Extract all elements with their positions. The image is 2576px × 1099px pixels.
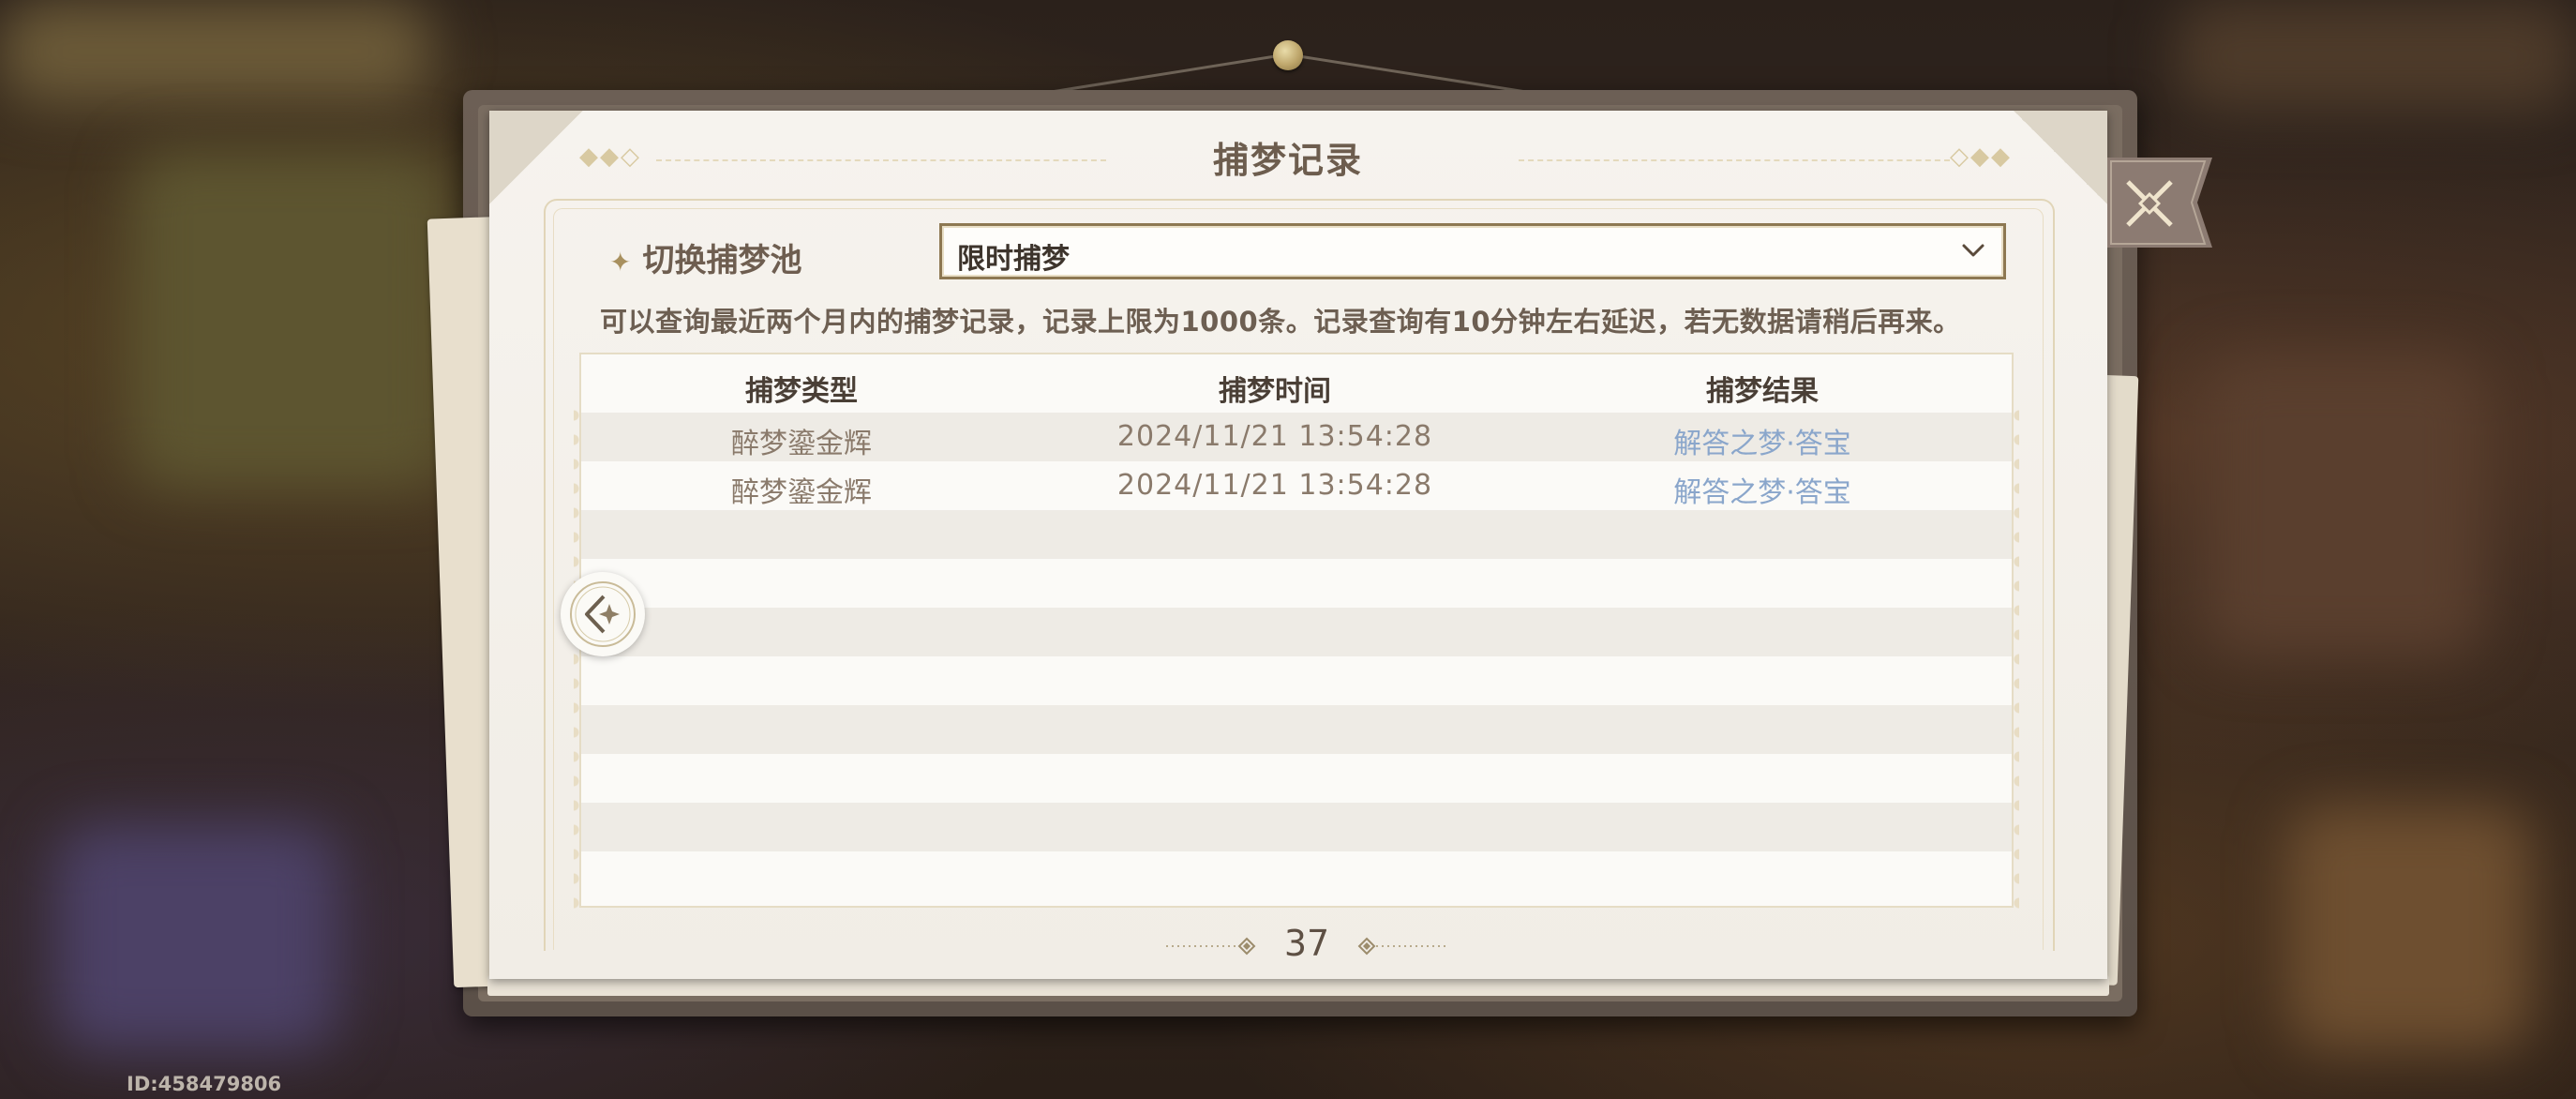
table-edge-ornament [2008,403,2019,910]
pager-ornament-left [1166,937,1256,956]
pagination: 37 [1166,923,1447,970]
table-edge-ornament [574,403,585,910]
paper-corner-fold [489,111,583,204]
table-header: 捕梦类型 捕梦时间 捕梦结果 [581,354,2012,411]
page-title: 捕梦记录 [1212,140,1363,181]
back-button[interactable] [561,572,645,656]
hanger-pin [1273,40,1303,70]
table-row: 醉梦鎏金辉 2024/11/21 13:54:28 解答之梦·答宝 [581,461,2012,510]
record-type: 醉梦鎏金辉 [731,428,872,460]
background-blur [2175,0,2576,113]
background-blur [0,0,431,103]
notice-text: 可以查询最近两个月内的捕梦记录，记录上限为1000条。记录查询有10分钟左右延迟… [600,306,1961,338]
table-row-empty [581,803,2012,851]
column-header-time: 捕梦时间 [1219,375,1331,408]
title-divider-left [656,159,1106,161]
record-table: 捕梦类型 捕梦时间 捕梦结果 醉梦鎏金辉 2024/11/21 13:54:28… [579,353,2014,908]
background-blur [131,150,450,488]
record-result: 解答之梦·答宝 [1673,476,1851,509]
table-row: 醉梦鎏金辉 2024/11/21 13:54:28 解答之梦·答宝 [581,413,2012,461]
table-row-empty [581,608,2012,656]
diamond-ornament-icon: ◇◆◆ [1950,143,2012,171]
background-blur [56,825,337,1050]
record-result: 解答之梦·答宝 [1673,428,1851,460]
background-blur [2203,356,2484,656]
pager-ornament-right [1357,937,1447,956]
column-header-result: 捕梦结果 [1706,375,1819,408]
background-blur [2287,806,2531,1050]
table-row-empty [581,510,2012,559]
table-row-empty [581,559,2012,608]
pool-switch-label: ✦ 切换捕梦池 [609,234,801,280]
table-row-empty [581,705,2012,754]
record-time: 2024/11/21 13:54:28 [1116,469,1433,502]
close-button[interactable] [2107,158,2212,248]
page-number: 37 [1283,923,1330,964]
star-icon: ✦ [609,247,632,278]
pool-switch-label-text: 切换捕梦池 [642,242,802,279]
chevron-down-icon [1962,244,1984,257]
back-arrow-icon [570,581,636,647]
paper-corner-fold [2014,111,2107,204]
title-divider-right [1519,159,1950,161]
user-id: ID:458479806 [127,1073,282,1095]
diamond-ornament-icon: ◆◆◇ [579,143,641,171]
table-row-empty [581,851,2012,906]
pool-select[interactable]: 限时捕梦 [939,223,2006,279]
record-time: 2024/11/21 13:54:28 [1116,420,1433,453]
table-row-empty [581,656,2012,705]
record-type: 醉梦鎏金辉 [731,476,872,509]
pool-select-value: 限时捕梦 [957,243,1070,276]
column-header-type: 捕梦类型 [745,375,858,408]
table-row-empty [581,754,2012,803]
